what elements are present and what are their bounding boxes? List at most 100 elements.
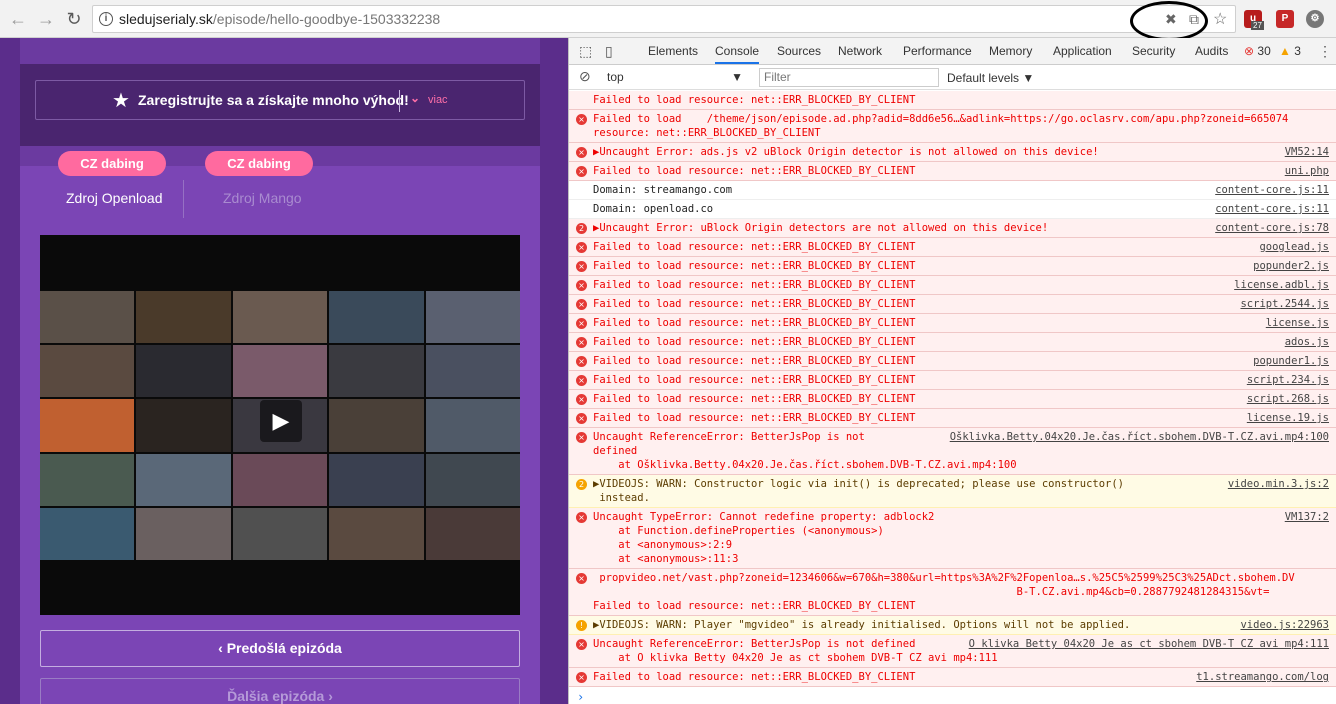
source-tab-openload[interactable]: Zdroj Openload xyxy=(66,190,163,206)
error-icon: × xyxy=(576,413,587,424)
source-link[interactable]: t1.streamango.com/log xyxy=(1196,670,1329,684)
source-link[interactable]: VM52:14 xyxy=(1284,145,1329,159)
address-bar[interactable]: i sledujserialy.sk/episode/hello-goodbye… xyxy=(92,5,1236,33)
console-message[interactable]: × propvideo.net/vast.php?zoneid=1234606&… xyxy=(569,569,1336,616)
tab-console[interactable]: Console xyxy=(715,44,760,64)
console-filter-bar: ⊘ top ▼ Filter Default levels ▼ xyxy=(569,66,1336,90)
dubbing-pill-1[interactable]: CZ dabing xyxy=(58,151,166,176)
reload-button[interactable]: ↻ xyxy=(64,9,84,29)
info-icon[interactable]: i xyxy=(99,12,113,26)
url-text[interactable]: sledujserialy.sk/episode/hello-goodbye-1… xyxy=(119,11,440,27)
console-message[interactable]: × Failed to load resource: net::ERR_BLOCK… xyxy=(569,371,1336,390)
console-message[interactable]: × Failed to load resource: net::ERR_BLOCK… xyxy=(569,409,1336,428)
promo-box[interactable]: ★ Zaregistrujte sa a získajte mnoho výho… xyxy=(35,80,525,120)
source-tab-mango[interactable]: Zdroj Mango xyxy=(223,190,302,206)
log-levels-select[interactable]: Default levels ▼ xyxy=(947,71,1034,85)
console-message-text: Failed to load /theme/json/episode.ad.ph… xyxy=(593,113,1289,139)
promo-more-link[interactable]: viac xyxy=(428,94,448,106)
forward-button[interactable]: → xyxy=(36,9,56,29)
source-link[interactable]: O klivka Betty 04x20 Je as ct sbohem DVB… xyxy=(968,637,1329,651)
error-icon: × xyxy=(576,261,587,272)
console-message[interactable]: × Uncaught TypeError: Cannot redefine pro… xyxy=(569,508,1336,569)
bookmark-star-icon[interactable]: ☆ xyxy=(1213,9,1227,29)
console-message[interactable]: × Failed to load resource: net::ERR_BLOCK… xyxy=(569,257,1336,276)
clear-console-icon[interactable]: ⊘ xyxy=(579,68,591,85)
console-message[interactable]: × Uncaught ReferenceError: BetterJsPop is… xyxy=(569,428,1336,475)
previous-episode-button[interactable]: ‹ Predošlá epizóda xyxy=(40,630,520,667)
console-message[interactable]: × ▶Uncaught Error: ads.js v2 uBlock Origi… xyxy=(569,143,1336,162)
tab-audits[interactable]: Audits xyxy=(1195,44,1228,58)
play-icon[interactable]: ▶ xyxy=(260,400,302,442)
divider xyxy=(399,90,400,112)
source-link[interactable]: popunder2.js xyxy=(1253,259,1329,273)
console-message[interactable]: × Failed to load resource: net::ERR_BLOCK… xyxy=(569,295,1336,314)
source-link[interactable]: googlead.js xyxy=(1259,240,1329,254)
source-link[interactable]: script.2544.js xyxy=(1240,297,1329,311)
tab-memory[interactable]: Memory xyxy=(989,44,1032,58)
console-message[interactable]: 2 ▶Uncaught Error: uBlock Origin detector… xyxy=(569,219,1336,238)
source-link[interactable]: content-core.js:11 xyxy=(1215,202,1329,216)
source-link[interactable]: video.min.3.js:2 xyxy=(1227,477,1329,491)
console-message[interactable]: × Failed to load resource: net::ERR_BLOCK… xyxy=(569,352,1336,371)
error-icon: × xyxy=(576,394,587,405)
filter-input[interactable]: Filter xyxy=(759,68,939,87)
source-link[interactable]: script.268.js xyxy=(1246,392,1329,406)
inspect-icon[interactable]: ⬚ xyxy=(579,43,592,60)
log-levels-label: Default levels xyxy=(947,71,1020,85)
source-link[interactable]: license.js xyxy=(1265,316,1329,330)
video-player[interactable]: ▶ xyxy=(40,235,520,615)
console-message[interactable]: × Failed to load resource: net::ERR_BLOCK… xyxy=(569,668,1336,687)
console-message-text: Failed to load resource: net::ERR_BLOCKE… xyxy=(593,317,916,329)
console-message[interactable]: × Failed to load /theme/json/episode.ad.p… xyxy=(569,110,1336,143)
warning-icon: ! xyxy=(576,620,587,631)
source-link[interactable]: ados.js xyxy=(1284,335,1329,349)
source-link[interactable]: license.19.js xyxy=(1246,411,1329,425)
tab-security[interactable]: Security xyxy=(1132,44,1175,58)
source-link[interactable]: popunder1.js xyxy=(1253,354,1329,368)
tab-sources[interactable]: Sources xyxy=(777,44,821,58)
console-log: Failed to load resource: net::ERR_BLOCKE… xyxy=(569,91,1336,704)
source-link[interactable]: script.234.js xyxy=(1246,373,1329,387)
console-prompt[interactable]: › xyxy=(569,687,1336,704)
next-episode-button[interactable]: Ďalšia epizóda › xyxy=(40,678,520,704)
console-message[interactable]: × Failed to load resource: net::ERR_BLOCK… xyxy=(569,276,1336,295)
console-message[interactable]: Domain: openload.co content-core.js:11 xyxy=(569,200,1336,219)
source-link[interactable]: license.adbl.js xyxy=(1234,278,1329,292)
thumbnail xyxy=(329,453,424,506)
error-icon: × xyxy=(576,166,587,177)
console-message[interactable]: × Failed to load resource: net::ERR_BLOCK… xyxy=(569,162,1336,181)
console-message[interactable]: × Failed to load resource: net::ERR_BLOCK… xyxy=(569,390,1336,409)
console-message[interactable]: × Failed to load resource: net::ERR_BLOCK… xyxy=(569,314,1336,333)
context-select[interactable]: top ▼ xyxy=(607,70,743,84)
tab-elements[interactable]: Elements xyxy=(648,44,698,58)
console-message[interactable]: × Uncaught ReferenceError: BetterJsPop is… xyxy=(569,635,1336,668)
back-button[interactable]: ← xyxy=(8,9,28,29)
menu-extension-icon[interactable]: ⚙ xyxy=(1306,10,1324,28)
source-link[interactable]: content-core.js:11 xyxy=(1215,183,1329,197)
device-toggle-icon[interactable]: ▯ xyxy=(605,43,613,60)
console-message[interactable]: 2 ▶VIDEOJS: WARN: Constructor logic via i… xyxy=(569,475,1336,508)
console-message-text: Failed to load resource: net::ERR_BLOCKE… xyxy=(593,298,916,310)
console-message-text: Failed to load resource: net::ERR_BLOCKE… xyxy=(593,336,916,348)
dubbing-pill-2[interactable]: CZ dabing xyxy=(205,151,313,176)
console-message[interactable]: × Failed to load resource: net::ERR_BLOCK… xyxy=(569,238,1336,257)
console-message[interactable]: × Failed to load resource: net::ERR_BLOCK… xyxy=(569,333,1336,352)
chevron-down-icon[interactable]: ⌄ xyxy=(410,91,420,105)
source-link[interactable]: uni.php xyxy=(1284,164,1329,178)
tab-network[interactable]: Network xyxy=(838,44,882,58)
warning-count-badge[interactable]: ▲ 3 xyxy=(1279,44,1301,58)
divider xyxy=(183,180,184,218)
source-link[interactable]: content-core.js:78 xyxy=(1215,221,1329,235)
source-link[interactable]: Ošklivka.Betty.04x20.Je.čas.říct.sbohem.… xyxy=(949,430,1329,444)
console-message[interactable]: Domain: streamango.com content-core.js:11 xyxy=(569,181,1336,200)
console-message[interactable]: Failed to load resource: net::ERR_BLOCKE… xyxy=(569,91,1336,110)
console-message[interactable]: ! ▶VIDEOJS: WARN: Player "mgvideo" is alr… xyxy=(569,616,1336,635)
source-link[interactable]: video.js:22963 xyxy=(1240,618,1329,632)
tab-application[interactable]: Application xyxy=(1053,44,1112,58)
tab-performance[interactable]: Performance xyxy=(903,44,972,58)
error-icon: × xyxy=(576,318,587,329)
error-count-badge[interactable]: ⊗ 30 xyxy=(1244,44,1271,58)
more-menu-icon[interactable]: ⋮ xyxy=(1318,43,1332,60)
source-link[interactable]: VM137:2 xyxy=(1284,510,1329,524)
shield-extension-icon[interactable]: P xyxy=(1276,10,1294,28)
